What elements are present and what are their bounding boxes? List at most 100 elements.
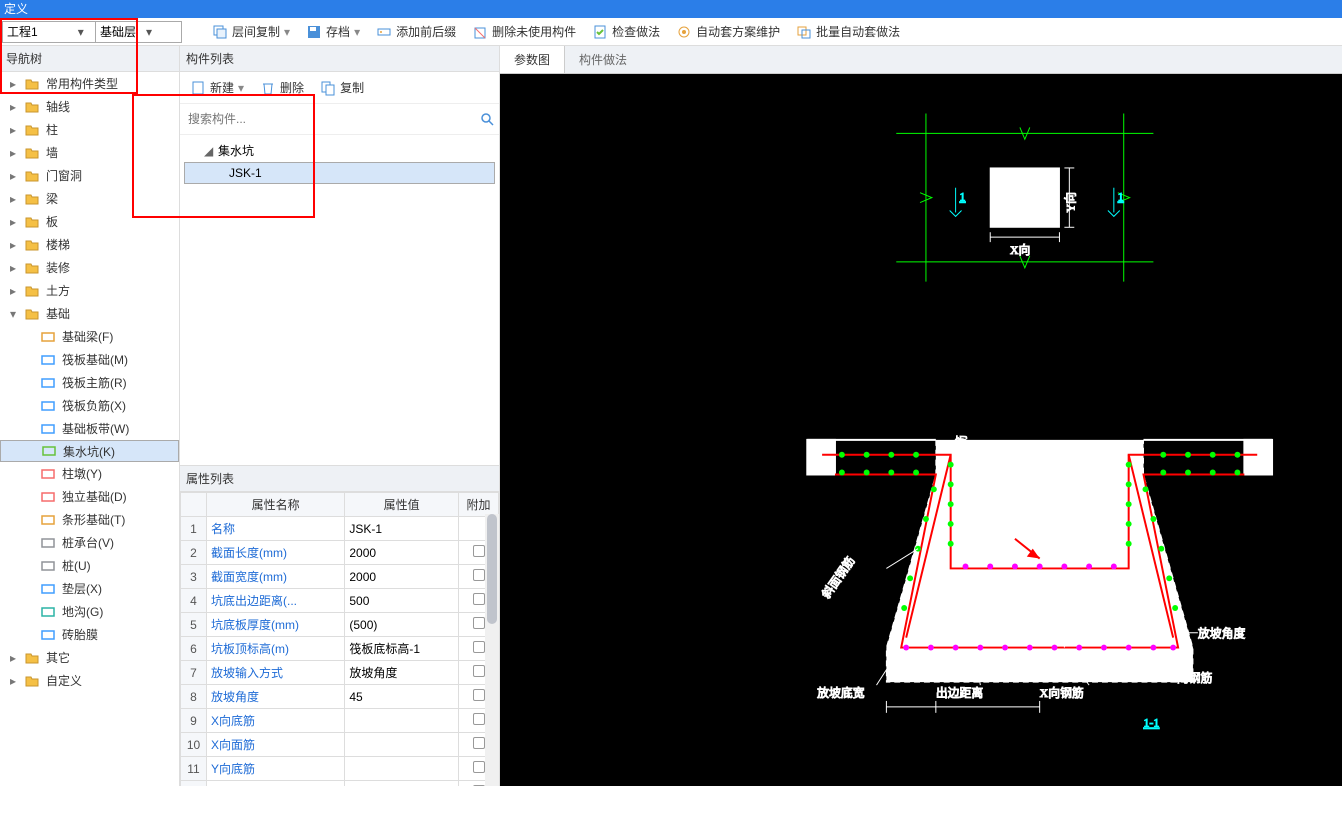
table-row[interactable]: 8 放坡角度 45 bbox=[181, 685, 499, 709]
nav-item[interactable]: 筏板主筋(R) bbox=[0, 371, 179, 394]
prop-value[interactable]: (500) bbox=[345, 613, 459, 637]
scrollbar[interactable] bbox=[485, 514, 499, 786]
nav-item[interactable]: 桩承台(V) bbox=[0, 531, 179, 554]
nav-category[interactable]: ▸梁 bbox=[0, 187, 179, 210]
table-row[interactable]: 5 坑底板厚度(mm) (500) bbox=[181, 613, 499, 637]
prop-value[interactable]: 2000 bbox=[345, 565, 459, 589]
nav-category[interactable]: ▾基础 bbox=[0, 302, 179, 325]
nav-item[interactable]: 柱墩(Y) bbox=[0, 462, 179, 485]
prop-name[interactable]: 坑底出边距离(... bbox=[207, 589, 345, 613]
prop-name[interactable]: 放坡角度 bbox=[207, 685, 345, 709]
expand-icon: ▸ bbox=[8, 651, 18, 665]
table-row[interactable]: 11 Y向底筋 bbox=[181, 757, 499, 781]
table-row[interactable]: 10 X向面筋 bbox=[181, 733, 499, 757]
prop-value[interactable] bbox=[345, 709, 459, 733]
prop-value[interactable] bbox=[345, 781, 459, 787]
delete-unused-button[interactable]: 删除未使用构件 bbox=[466, 20, 582, 43]
table-row[interactable]: 3 截面宽度(mm) 2000 bbox=[181, 565, 499, 589]
table-row[interactable]: 6 坑板顶标高(m) 筏板底标高-1 bbox=[181, 637, 499, 661]
table-row[interactable]: 12 Y向面筋 bbox=[181, 781, 499, 787]
add-prefix-button[interactable]: 添加前后缀 bbox=[370, 20, 462, 43]
prop-name[interactable]: 名称 bbox=[207, 517, 345, 541]
tab-component-practice[interactable]: 构件做法 bbox=[565, 46, 641, 73]
nav-category[interactable]: ▸装修 bbox=[0, 256, 179, 279]
raft-icon bbox=[40, 352, 56, 368]
nav-item[interactable]: 砖胎膜 bbox=[0, 623, 179, 646]
prop-name[interactable]: 截面宽度(mm) bbox=[207, 565, 345, 589]
nav-item[interactable]: 基础板带(W) bbox=[0, 417, 179, 440]
prop-value[interactable] bbox=[345, 733, 459, 757]
table-row[interactable]: 1 名称 JSK-1 bbox=[181, 517, 499, 541]
prop-value[interactable]: 45 bbox=[345, 685, 459, 709]
search-icon[interactable] bbox=[479, 111, 495, 127]
nav-tree[interactable]: ▸常用构件类型▸轴线▸柱▸墙▸门窗洞▸梁▸板▸楼梯▸装修▸土方▾基础基础梁(F)… bbox=[0, 72, 179, 786]
nav-category[interactable]: ▸其它 bbox=[0, 646, 179, 669]
folder-icon bbox=[24, 168, 40, 184]
expand-icon: ▸ bbox=[8, 123, 18, 137]
nav-item[interactable]: 基础梁(F) bbox=[0, 325, 179, 348]
nav-item[interactable]: 集水坑(K) bbox=[0, 440, 179, 462]
prop-name[interactable]: Y向面筋 bbox=[207, 781, 345, 787]
layer-copy-button[interactable]: 层间复制▾ bbox=[206, 20, 296, 43]
nav-item[interactable]: 地沟(G) bbox=[0, 600, 179, 623]
table-row[interactable]: 4 坑底出边距离(... 500 bbox=[181, 589, 499, 613]
prop-name[interactable]: Y向底筋 bbox=[207, 757, 345, 781]
table-row[interactable]: 2 截面长度(mm) 2000 bbox=[181, 541, 499, 565]
prop-name[interactable]: 坑板顶标高(m) bbox=[207, 637, 345, 661]
copy-component-button[interactable]: 复制 bbox=[314, 76, 370, 99]
prop-name[interactable]: 截面长度(mm) bbox=[207, 541, 345, 565]
component-root[interactable]: ◢集水坑 bbox=[184, 139, 495, 162]
new-component-button[interactable]: 新建▾ bbox=[184, 76, 250, 99]
nav-item[interactable]: 筏板负筋(X) bbox=[0, 394, 179, 417]
nav-item[interactable]: 桩(U) bbox=[0, 554, 179, 577]
diagram-canvas[interactable]: 1 1 X向 Y向 bbox=[500, 74, 1342, 786]
nav-category[interactable]: ▸楼梯 bbox=[0, 233, 179, 256]
main-icon bbox=[40, 375, 56, 391]
floor-select[interactable]: 基础层 ▾ bbox=[96, 21, 182, 43]
archive-button[interactable]: 存档▾ bbox=[300, 20, 366, 43]
prop-value[interactable]: JSK-1 bbox=[345, 517, 459, 541]
chevron-down-icon: ▾ bbox=[284, 25, 290, 39]
nav-item[interactable]: 独立基础(D) bbox=[0, 485, 179, 508]
tab-param-diagram[interactable]: 参数图 bbox=[500, 46, 565, 73]
nav-category[interactable]: ▸门窗洞 bbox=[0, 164, 179, 187]
table-row[interactable]: 9 X向底筋 bbox=[181, 709, 499, 733]
prop-value[interactable]: 500 bbox=[345, 589, 459, 613]
nav-panel: 导航树 ▸常用构件类型▸轴线▸柱▸墙▸门窗洞▸梁▸板▸楼梯▸装修▸土方▾基础基础… bbox=[0, 46, 180, 786]
table-row[interactable]: 7 放坡输入方式 放坡角度 bbox=[181, 661, 499, 685]
component-leaf-jsk1[interactable]: JSK-1 bbox=[184, 162, 495, 184]
prop-name[interactable]: X向底筋 bbox=[207, 709, 345, 733]
scroll-thumb[interactable] bbox=[487, 514, 497, 624]
nav-category[interactable]: ▸墙 bbox=[0, 141, 179, 164]
nav-item[interactable]: 条形基础(T) bbox=[0, 508, 179, 531]
nav-category[interactable]: ▸柱 bbox=[0, 118, 179, 141]
project-select[interactable]: 工程1 ▾ bbox=[2, 21, 96, 43]
delete-component-button[interactable]: 删除 bbox=[254, 76, 310, 99]
prop-name[interactable]: X向面筋 bbox=[207, 733, 345, 757]
nav-item[interactable]: 垫层(X) bbox=[0, 577, 179, 600]
component-tree[interactable]: ◢集水坑 JSK-1 bbox=[180, 135, 499, 465]
svg-text:1-1: 1-1 bbox=[1144, 716, 1160, 730]
nav-category[interactable]: ▸轴线 bbox=[0, 95, 179, 118]
prop-name[interactable]: 坑底板厚度(mm) bbox=[207, 613, 345, 637]
batch-auto-button[interactable]: 批量自动套做法 bbox=[790, 20, 906, 43]
folder-icon bbox=[24, 99, 40, 115]
property-grid[interactable]: 属性名称 属性值 附加 1 名称 JSK-1 2 截面长度(mm) 2000 3… bbox=[180, 492, 499, 786]
auto-plan-button[interactable]: 自动套方案维护 bbox=[670, 20, 786, 43]
col-value: 属性值 bbox=[345, 493, 459, 517]
nav-item[interactable]: 筏板基础(M) bbox=[0, 348, 179, 371]
prop-value[interactable]: 2000 bbox=[345, 541, 459, 565]
nav-category[interactable]: ▸自定义 bbox=[0, 669, 179, 692]
copy-icon bbox=[320, 80, 336, 96]
chevron-down-icon: ▾ bbox=[354, 25, 360, 39]
component-search-input[interactable] bbox=[184, 108, 479, 130]
prop-value[interactable] bbox=[345, 757, 459, 781]
svg-text:斜面钢筋: 斜面钢筋 bbox=[819, 554, 858, 601]
nav-category[interactable]: ▸常用构件类型 bbox=[0, 72, 179, 95]
nav-category[interactable]: ▸板 bbox=[0, 210, 179, 233]
nav-category[interactable]: ▸土方 bbox=[0, 279, 179, 302]
prop-value[interactable]: 放坡角度 bbox=[345, 661, 459, 685]
prop-name[interactable]: 放坡输入方式 bbox=[207, 661, 345, 685]
check-practice-button[interactable]: 检查做法 bbox=[586, 20, 666, 43]
prop-value[interactable]: 筏板底标高-1 bbox=[345, 637, 459, 661]
